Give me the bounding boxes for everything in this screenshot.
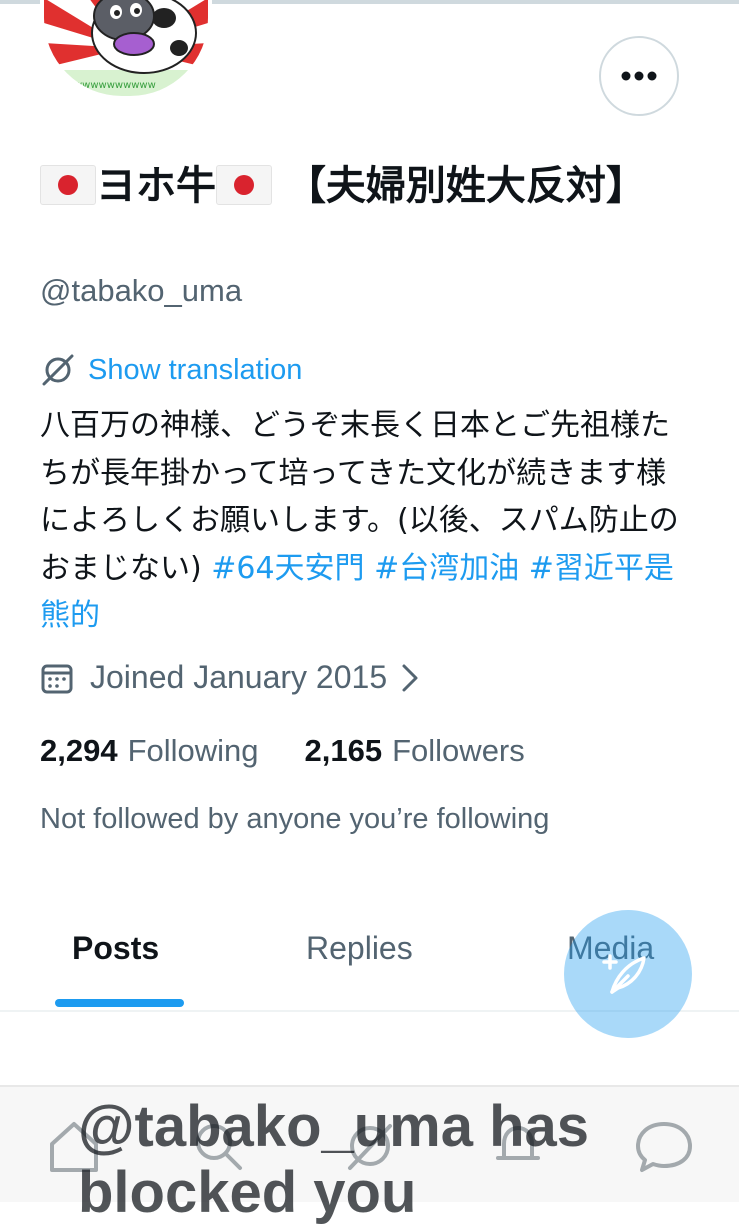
followers-label: Followers — [392, 733, 525, 768]
followers-count: 2,165 — [304, 733, 383, 768]
chevron-right-icon — [402, 664, 418, 691]
joined-date-text: Joined January 2015 — [90, 659, 388, 695]
following-label: Following — [127, 733, 259, 768]
following-stat[interactable]: 2,294 Following — [40, 733, 259, 769]
bio-hashtag[interactable]: #台湾加油 — [374, 551, 519, 586]
follow-stats: 2,294 Following 2,165 Followers — [40, 733, 525, 769]
japan-flag-icon — [40, 165, 96, 205]
svg-text:wwwwwwwwww: wwwwwwwwww — [74, 80, 156, 91]
more-horizontal-icon — [621, 71, 657, 81]
tab-posts[interactable]: Posts — [72, 930, 159, 967]
joined-date-row[interactable]: Joined January 2015 — [40, 659, 419, 696]
compose-post-button[interactable] — [564, 910, 692, 1038]
compose-feather-icon — [602, 954, 646, 994]
bio-hashtag[interactable]: #64天安門 — [211, 551, 364, 586]
show-translation-link[interactable]: Show translation — [88, 354, 302, 387]
active-tab-indicator — [55, 999, 184, 1007]
avatar-image: wwwwwwwwww — [44, 0, 208, 96]
profile-display-name: ヨホ牛 【夫婦別姓大反対】 — [40, 158, 660, 214]
japan-flag-icon — [216, 165, 272, 205]
mutual-followers-note: Not followed by anyone you’re following — [40, 803, 550, 835]
more-options-button[interactable] — [599, 36, 679, 116]
translate-icon — [42, 354, 74, 386]
blocked-message: @tabako_uma has blocked you — [78, 1094, 590, 1225]
followers-stat[interactable]: 2,165 Followers — [305, 733, 525, 769]
tab-replies[interactable]: Replies — [306, 930, 413, 967]
display-name-main: ヨホ牛 — [96, 163, 216, 209]
show-translation-row[interactable]: Show translation — [40, 352, 302, 388]
calendar-icon — [41, 664, 73, 693]
profile-bio: 八百万の神様、どうぞ末長く日本とご先祖様たちが長年掛かって培ってきた文化が続きま… — [40, 402, 695, 640]
profile-handle: @tabako_uma — [40, 273, 243, 308]
display-name-suffix: 【夫婦別姓大反対】 — [285, 163, 646, 209]
profile-avatar[interactable]: wwwwwwwwww — [40, 0, 212, 100]
following-count: 2,294 — [40, 733, 118, 768]
